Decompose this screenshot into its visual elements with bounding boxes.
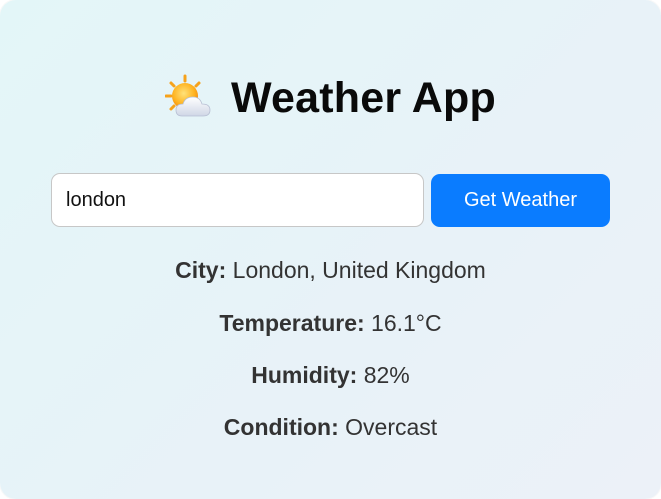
temperature-result: Temperature: 16.1°C xyxy=(0,310,661,337)
app-title: Weather App xyxy=(230,73,496,122)
condition-value: Overcast xyxy=(345,414,438,440)
condition-label: Condition: xyxy=(223,414,339,440)
temperature-label: Temperature: xyxy=(219,310,365,336)
humidity-label: Humidity: xyxy=(251,362,358,388)
temperature-value: 16.1°C xyxy=(371,310,442,336)
app-header: Weather App xyxy=(0,68,661,128)
sun-behind-cloud-icon xyxy=(164,74,213,122)
get-weather-button[interactable]: Get Weather xyxy=(431,174,610,227)
search-row: Get Weather xyxy=(51,173,610,227)
humidity-result: Humidity: 82% xyxy=(0,362,661,389)
condition-result: Condition: Overcast xyxy=(0,414,661,441)
city-label: City: xyxy=(175,257,227,283)
city-input[interactable] xyxy=(51,173,424,227)
humidity-value: 82% xyxy=(363,362,410,388)
city-value: London, United Kingdom xyxy=(232,257,486,283)
weather-card: Weather App Get Weather City: London, Un… xyxy=(0,0,661,499)
city-result: City: London, United Kingdom xyxy=(0,257,661,284)
